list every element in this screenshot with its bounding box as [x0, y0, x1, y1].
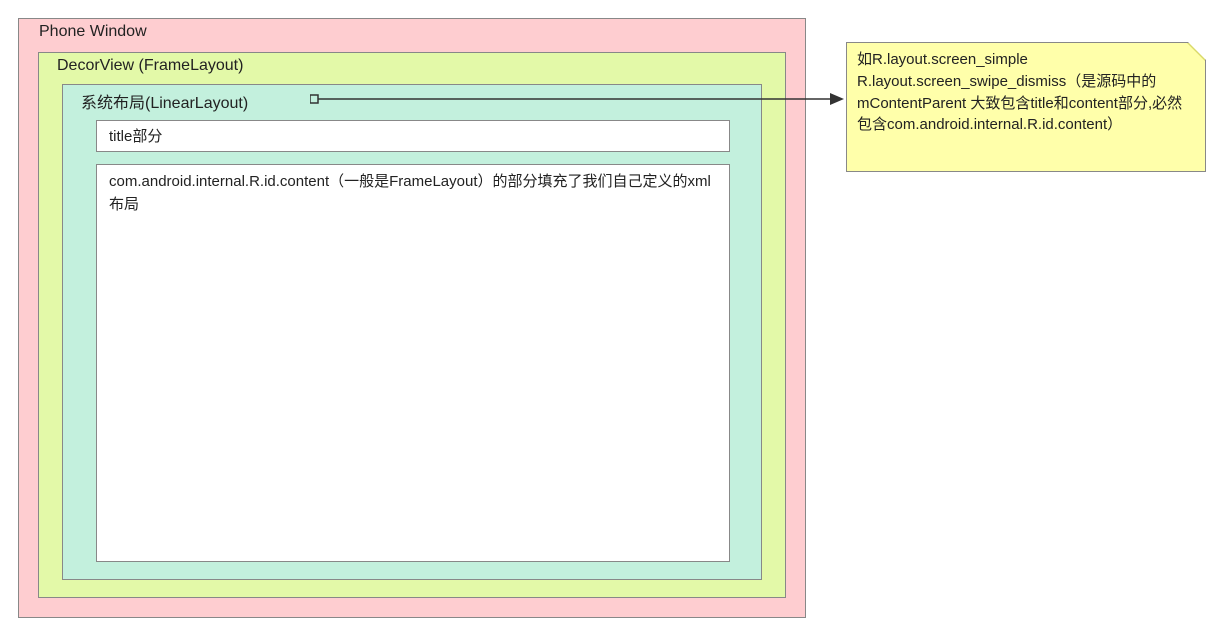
decor-view-label: DecorView (FrameLayout) [57, 57, 243, 74]
title-section-text: title部分 [109, 128, 162, 145]
annotation-note: 如R.layout.screen_simple R.layout.screen_… [846, 42, 1206, 172]
phone-window-label: Phone Window [39, 23, 147, 40]
title-section-box: title部分 [96, 120, 730, 152]
annotation-note-text: 如R.layout.screen_simple R.layout.screen_… [857, 51, 1182, 133]
content-section-box: com.android.internal.R.id.content（一般是Fra… [96, 164, 730, 562]
content-section-text: com.android.internal.R.id.content（一般是Fra… [109, 173, 711, 213]
system-layout-label: 系统布局(LinearLayout) [81, 95, 248, 112]
note-fold-icon [1187, 43, 1205, 61]
